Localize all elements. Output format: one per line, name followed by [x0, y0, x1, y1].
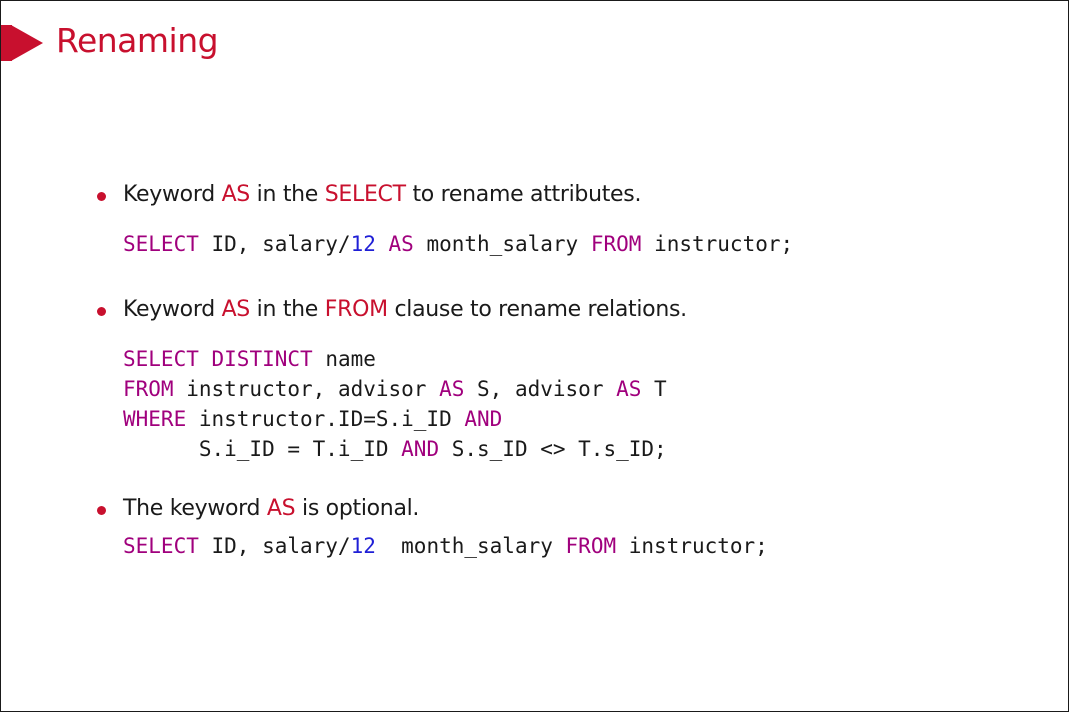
bullet-marker	[97, 506, 106, 515]
sql-keyword: WHERE	[123, 407, 187, 431]
bullet-text-segment: in the	[249, 297, 325, 322]
bullet-text-segment: clause to rename relations.	[387, 297, 687, 322]
code-line: S.i_ID = T.i_ID AND S.s_ID <> T.s_ID;	[123, 434, 667, 464]
sql-number: 12	[350, 232, 376, 256]
sql-text: ID, salary/	[198, 534, 351, 558]
bullet-text-1: Keyword AS in the SELECT to rename attri…	[123, 182, 641, 207]
bullet-text-segment: Keyword	[123, 182, 222, 207]
sql-number: 12	[350, 534, 376, 558]
keyword-highlight: FROM	[324, 297, 388, 322]
code-line: SELECT ID, salary/12 AS month_salary FRO…	[123, 229, 793, 259]
sql-keyword: AND	[464, 407, 503, 431]
title-marker-arrow	[11, 25, 43, 61]
bullet-marker	[97, 192, 106, 201]
code-line: WHERE instructor.ID=S.i_ID AND	[123, 404, 667, 434]
sql-text: name	[312, 347, 376, 371]
sql-text: month_salary	[413, 232, 591, 256]
sql-text: instructor;	[641, 232, 794, 256]
sql-text: S.i_ID = T.i_ID	[123, 437, 402, 461]
bullet-marker	[97, 307, 106, 316]
bullet-text-3: The keyword AS is optional.	[123, 496, 419, 521]
sql-keyword: AS	[388, 232, 414, 256]
keyword-highlight: AS	[266, 496, 296, 521]
sql-keyword: SELECT	[123, 232, 199, 256]
sql-text: T	[641, 377, 667, 401]
sql-keyword: SELECT	[123, 534, 199, 558]
sql-text: instructor.ID=S.i_ID	[186, 407, 465, 431]
code-block-1: SELECT ID, salary/12 AS month_salary FRO…	[123, 229, 793, 259]
sql-keyword: FROM	[590, 232, 642, 256]
code-line: FROM instructor, advisor AS S, advisor A…	[123, 374, 667, 404]
sql-keyword: FROM	[123, 377, 174, 401]
bullet-text-segment: The keyword	[123, 496, 267, 521]
sql-text: instructor, advisor	[173, 377, 440, 401]
sql-keyword: AS	[439, 377, 465, 401]
sql-text: month_salary	[375, 534, 566, 558]
sql-text: instructor;	[616, 534, 768, 558]
sql-keyword: AS	[616, 377, 642, 401]
bullet-text-2: Keyword AS in the FROM clause to rename …	[123, 297, 687, 322]
sql-text: ID, salary/	[198, 232, 351, 256]
code-block-3: SELECT ID, salary/12 month_salary FROM i…	[123, 531, 768, 561]
keyword-highlight: AS	[221, 297, 251, 322]
sql-keyword: SELECT	[123, 347, 199, 371]
keyword-highlight: AS	[221, 182, 251, 207]
code-line: SELECT ID, salary/12 month_salary FROM i…	[123, 531, 768, 561]
bullet-text-segment: Keyword	[123, 297, 222, 322]
sql-text: S.s_ID <> T.s_ID;	[439, 437, 667, 461]
slide: Renaming Keyword AS in the SELECT to ren…	[0, 0, 1069, 712]
bullet-text-segment: to rename attributes.	[405, 182, 642, 207]
code-line: SELECT DISTINCT name	[123, 344, 667, 374]
sql-keyword: DISTINCT	[211, 347, 313, 371]
sql-keyword: AND	[401, 437, 440, 461]
sql-keyword: FROM	[565, 534, 617, 558]
bullet-text-segment: in the	[249, 182, 325, 207]
sql-text: S, advisor	[464, 377, 617, 401]
keyword-highlight: SELECT	[324, 182, 406, 207]
code-block-2: SELECT DISTINCT name FROM instructor, adv…	[123, 344, 667, 464]
slide-title: Renaming	[56, 21, 219, 60]
bullet-text-segment: is optional.	[295, 496, 420, 521]
